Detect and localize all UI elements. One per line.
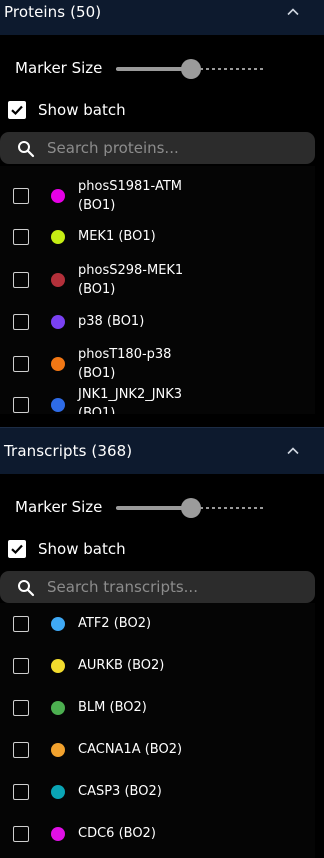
item-checkbox[interactable]	[13, 272, 29, 288]
chevron-up-icon[interactable]	[286, 5, 300, 19]
transcripts-show-batch-label: Show batch	[38, 540, 126, 558]
item-label: CACNA1A (BO2)	[78, 742, 183, 757]
checkmark-icon	[11, 105, 23, 116]
item-checkbox[interactable]	[13, 784, 29, 800]
item-checkbox[interactable]	[13, 742, 29, 758]
transcripts-show-batch-checkbox[interactable]	[8, 540, 26, 558]
proteins-show-batch-checkbox[interactable]	[8, 101, 26, 119]
item-checkbox[interactable]	[13, 229, 29, 245]
item-label: phosT180-p38 (BO1)	[78, 347, 172, 381]
transcripts-section-title: Transcripts (368)	[4, 442, 133, 460]
color-dot	[51, 315, 65, 329]
transcripts-marker-size-slider[interactable]	[116, 493, 266, 523]
transcripts-section-header[interactable]: Transcripts (368)	[0, 427, 324, 474]
color-dot	[51, 357, 65, 371]
chevron-up-icon[interactable]	[286, 444, 300, 458]
slider-thumb[interactable]	[181, 498, 201, 518]
item-label: CASP3 (BO2)	[78, 784, 162, 799]
item-checkbox[interactable]	[13, 700, 29, 716]
item-label: phosS298-MEK1 (BO1)	[78, 263, 184, 297]
proteins-search-placeholder: Search proteins...	[47, 139, 179, 157]
proteins-list: phosS1981-ATM (BO1) MEK1 (BO1) phosS298-…	[0, 166, 315, 414]
color-dot	[51, 398, 65, 412]
proteins-show-batch-row[interactable]: Show batch	[0, 97, 324, 125]
item-label: p38 (BO1)	[78, 314, 145, 329]
item-checkbox[interactable]	[13, 188, 29, 204]
color-dot	[51, 617, 65, 631]
proteins-marker-size-slider[interactable]	[116, 54, 266, 84]
proteins-section-header[interactable]: Proteins (50)	[0, 0, 324, 35]
proteins-marker-size-label: Marker Size	[15, 59, 103, 77]
item-checkbox[interactable]	[13, 314, 29, 330]
item-checkbox[interactable]	[13, 356, 29, 372]
checkmark-icon	[11, 544, 23, 555]
item-label: CDC6 (BO2)	[78, 826, 156, 841]
slider-fill	[116, 506, 191, 510]
slider-fill	[116, 67, 191, 71]
search-icon	[18, 141, 35, 158]
proteins-marker-size-row: Marker Size	[0, 54, 324, 84]
search-icon	[18, 580, 35, 597]
color-dot	[51, 230, 65, 244]
color-dot	[51, 273, 65, 287]
item-label: MEK1 (BO1)	[78, 229, 156, 244]
transcripts-marker-size-label: Marker Size	[15, 498, 103, 516]
color-dot	[51, 701, 65, 715]
color-dot	[51, 785, 65, 799]
proteins-search-input[interactable]: Search proteins...	[0, 132, 315, 164]
color-dot	[51, 189, 65, 203]
color-dot	[51, 743, 65, 757]
item-checkbox[interactable]	[13, 658, 29, 674]
proteins-section-title: Proteins (50)	[4, 3, 102, 21]
transcripts-list: ATF2 (BO2) AURKB (BO2) BLM (BO2) CACNA1A…	[0, 603, 315, 858]
item-checkbox[interactable]	[13, 826, 29, 842]
item-label: JNK1_JNK2_JNK3 (BO1)	[78, 387, 183, 414]
item-label: AURKB (BO2)	[78, 658, 165, 673]
transcripts-search-placeholder: Search transcripts...	[47, 578, 198, 596]
color-dot	[51, 659, 65, 673]
transcripts-marker-size-row: Marker Size	[0, 493, 324, 523]
color-dot	[51, 827, 65, 841]
item-checkbox[interactable]	[13, 397, 29, 413]
slider-thumb[interactable]	[181, 59, 201, 79]
item-label: BLM (BO2)	[78, 700, 147, 715]
transcripts-search-input[interactable]: Search transcripts...	[0, 571, 315, 603]
item-label: phosS1981-ATM (BO1)	[78, 179, 182, 213]
item-label: ATF2 (BO2)	[78, 616, 152, 631]
transcripts-show-batch-row[interactable]: Show batch	[0, 536, 324, 564]
item-checkbox[interactable]	[13, 616, 29, 632]
proteins-show-batch-label: Show batch	[38, 101, 126, 119]
